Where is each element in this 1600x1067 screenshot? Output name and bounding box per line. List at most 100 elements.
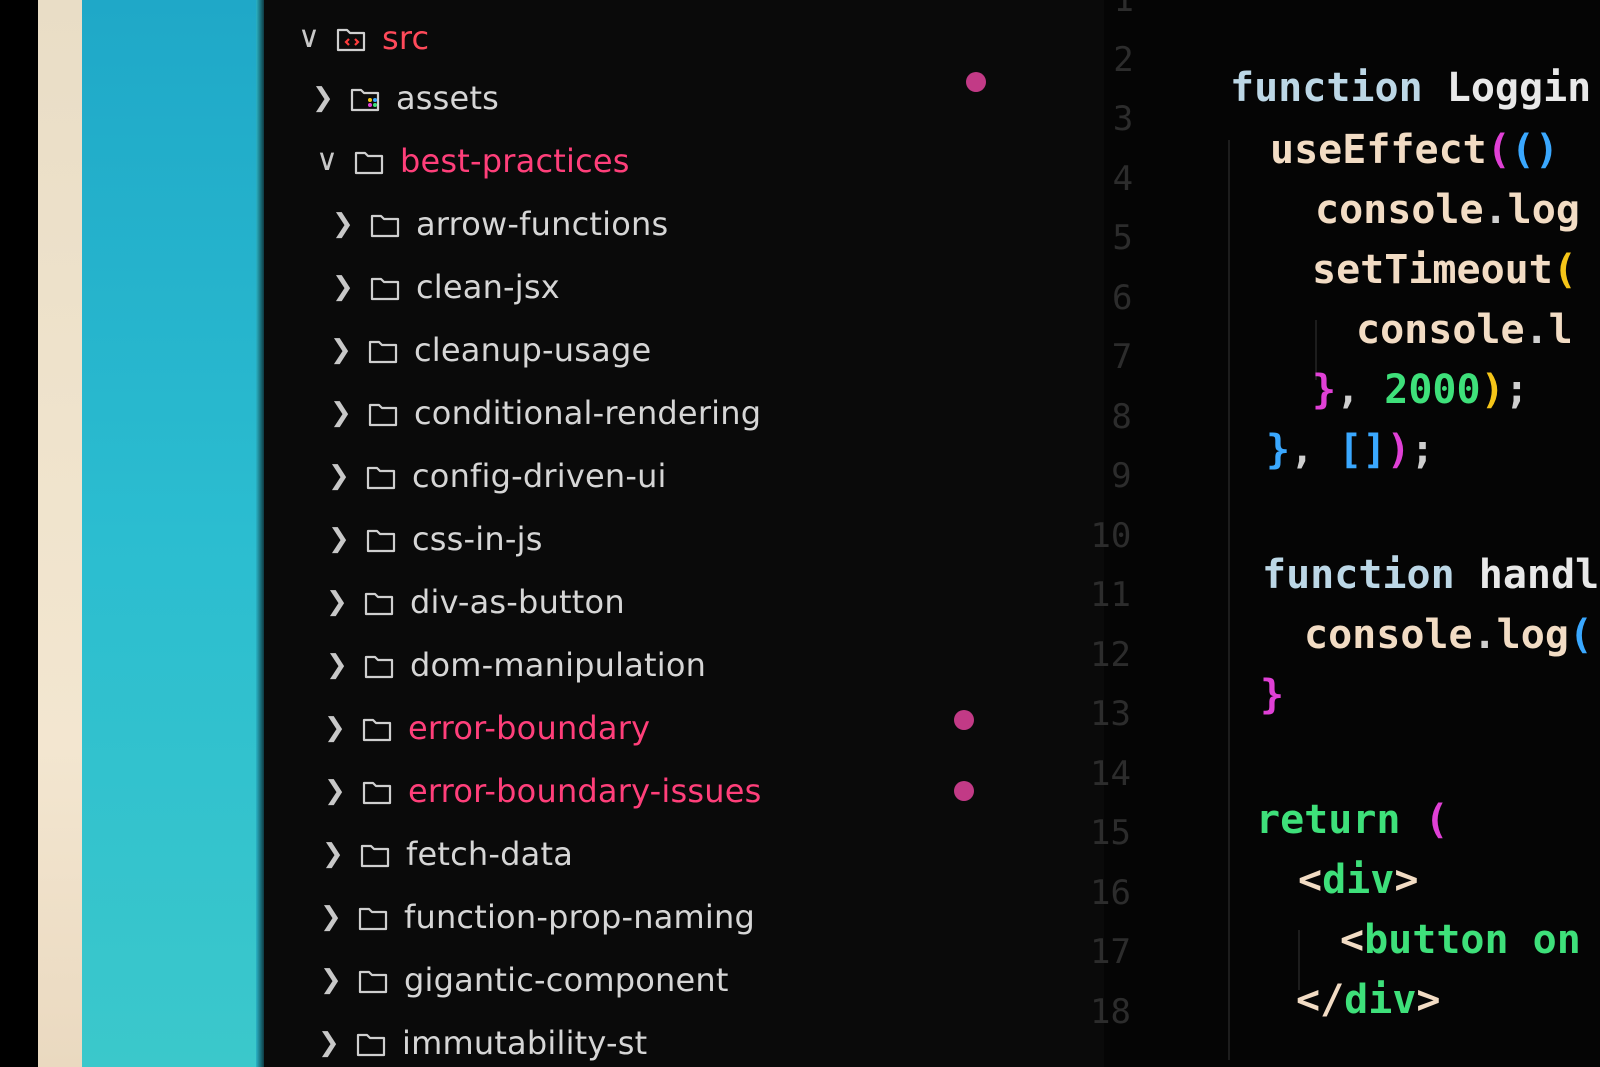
code-line[interactable]: } [1260,672,1284,718]
tree-item-assets[interactable]: ❯ assets [312,70,499,126]
tree-item-label: immutability-st [402,1024,648,1062]
folder-assets-icon [350,86,380,112]
code-token: console [1304,612,1473,658]
code-token: log [1507,187,1580,233]
tree-item-conditional-rendering[interactable]: ❯ conditional-rendering [330,385,761,441]
folder-icon [358,905,388,931]
tree-item-label: conditional-rendering [414,394,762,432]
chevron-right-icon[interactable]: ❯ [326,589,356,615]
line-number: 17 [1090,932,1131,972]
chevron-right-icon[interactable]: ❯ [330,337,360,363]
code-token: div [1322,857,1395,903]
code-line[interactable]: console.l [1356,307,1573,353]
tree-item-label: clean-jsx [416,268,560,306]
chevron-right-icon[interactable]: ❯ [322,841,352,867]
line-number: 9 [1111,456,1132,496]
folder-icon [358,968,388,994]
code-token: < [1340,917,1365,963]
code-token: function [1262,552,1479,598]
chevron-right-icon[interactable]: ❯ [320,967,350,993]
folder-icon [364,590,394,616]
code-token: Loggin [1446,65,1592,111]
code-token: ( [1568,612,1594,658]
folder-icon [356,1031,386,1057]
chevron-down-icon[interactable]: ∨ [298,23,328,53]
tree-item-label: src [382,19,430,57]
code-token: . [1472,612,1497,658]
code-editor[interactable]: function Loggin useEffect(() console.log se… [1200,0,1600,1067]
code-token: </ [1296,977,1345,1023]
line-number: 16 [1090,872,1131,913]
code-line[interactable]: </div> [1296,977,1441,1023]
tree-item-label: fetch-data [406,835,573,873]
chevron-right-icon[interactable]: ❯ [332,211,362,237]
code-line[interactable]: <button on [1340,917,1581,963]
chevron-right-icon[interactable]: ❯ [320,904,350,930]
code-token: . [1524,307,1549,353]
code-token: } [1312,367,1337,413]
code-line[interactable]: console.log( [1304,612,1593,658]
tree-item-label: error-boundary [408,709,651,747]
tree-item-cleanup-usage[interactable]: ❯ cleanup-usage [330,322,651,378]
tree-item-best-practices[interactable]: ∨ best-practices [316,133,630,189]
tree-item-label: cleanup-usage [414,331,652,369]
line-number: 1 [1113,0,1134,20]
chevron-right-icon[interactable]: ❯ [330,400,360,426]
tree-item-clean-jsx[interactable]: ❯ clean-jsx [332,259,560,315]
tree-item-fetch-data[interactable]: ❯ fetch-data [322,826,573,882]
modified-dot [966,72,986,92]
code-line[interactable]: <div> [1298,857,1418,903]
folder-icon [370,275,400,301]
tree-item-label: arrow-functions [416,205,669,243]
code-line[interactable]: }, []); [1266,427,1435,473]
chevron-right-icon[interactable]: ❯ [326,652,356,678]
code-token: on [1532,917,1581,963]
tree-item-div-as-button[interactable]: ❯ div-as-button [326,574,625,630]
code-line[interactable]: function handl [1262,552,1599,598]
code-line[interactable]: useEffect(() [1270,127,1559,173]
tree-item-immutability-st[interactable]: ❯ immutability-st [318,1015,647,1067]
code-token: useEffect [1270,127,1487,173]
line-number: 4 [1112,158,1134,199]
tree-item-gigantic-component[interactable]: ❯ gigantic-component [320,952,729,1008]
code-token: handl [1478,552,1600,598]
code-token: log [1496,612,1569,658]
tree-item-dom-manipulation[interactable]: ❯ dom-manipulation [326,637,706,693]
tree-item-error-boundary-issues[interactable]: ❯ error-boundary-issues [324,763,762,819]
chevron-right-icon[interactable]: ❯ [324,715,354,741]
tree-item-config-driven-ui[interactable]: ❯ config-driven-ui [328,448,667,504]
code-token: div [1344,977,1417,1023]
code-token: , [1336,367,1385,413]
line-number: 2 [1113,39,1134,80]
code-line[interactable]: }, 2000); [1312,367,1529,413]
folder-icon [362,716,392,742]
chevron-right-icon[interactable]: ❯ [328,463,358,489]
code-line[interactable]: return ( [1256,797,1449,843]
line-number: 6 [1112,277,1133,318]
folder-icon [362,779,392,805]
code-token: setTimeout [1312,247,1553,293]
chevron-right-icon[interactable]: ❯ [328,526,358,552]
chevron-right-icon[interactable]: ❯ [312,85,342,111]
tree-item-arrow-functions[interactable]: ❯ arrow-functions [332,196,668,252]
code-line[interactable]: function Loggin [1230,65,1591,111]
chevron-right-icon[interactable]: ❯ [332,274,362,300]
chevron-right-icon[interactable]: ❯ [324,778,354,804]
tree-item-css-in-js[interactable]: ❯ css-in-js [328,511,543,567]
tree-item-src[interactable]: ∨ src [298,10,429,66]
line-number: 12 [1090,634,1131,675]
code-line[interactable]: setTimeout( [1312,247,1577,293]
code-token: () [1510,127,1560,173]
tree-item-function-prop-naming[interactable]: ❯ function-prop-naming [320,889,755,945]
code-token: ) [1386,427,1411,473]
chevron-right-icon[interactable]: ❯ [318,1030,348,1056]
code-token: } [1260,672,1285,718]
tree-item-error-boundary[interactable]: ❯ error-boundary [324,700,650,756]
tree-item-label: div-as-button [410,583,625,621]
code-token: ( [1552,247,1577,293]
chevron-down-icon[interactable]: ∨ [316,146,346,176]
tree-item-label: gigantic-component [404,961,729,999]
tree-item-label: best-practices [400,142,630,180]
code-line[interactable]: console.log [1315,187,1580,233]
folder-icon [370,212,400,238]
